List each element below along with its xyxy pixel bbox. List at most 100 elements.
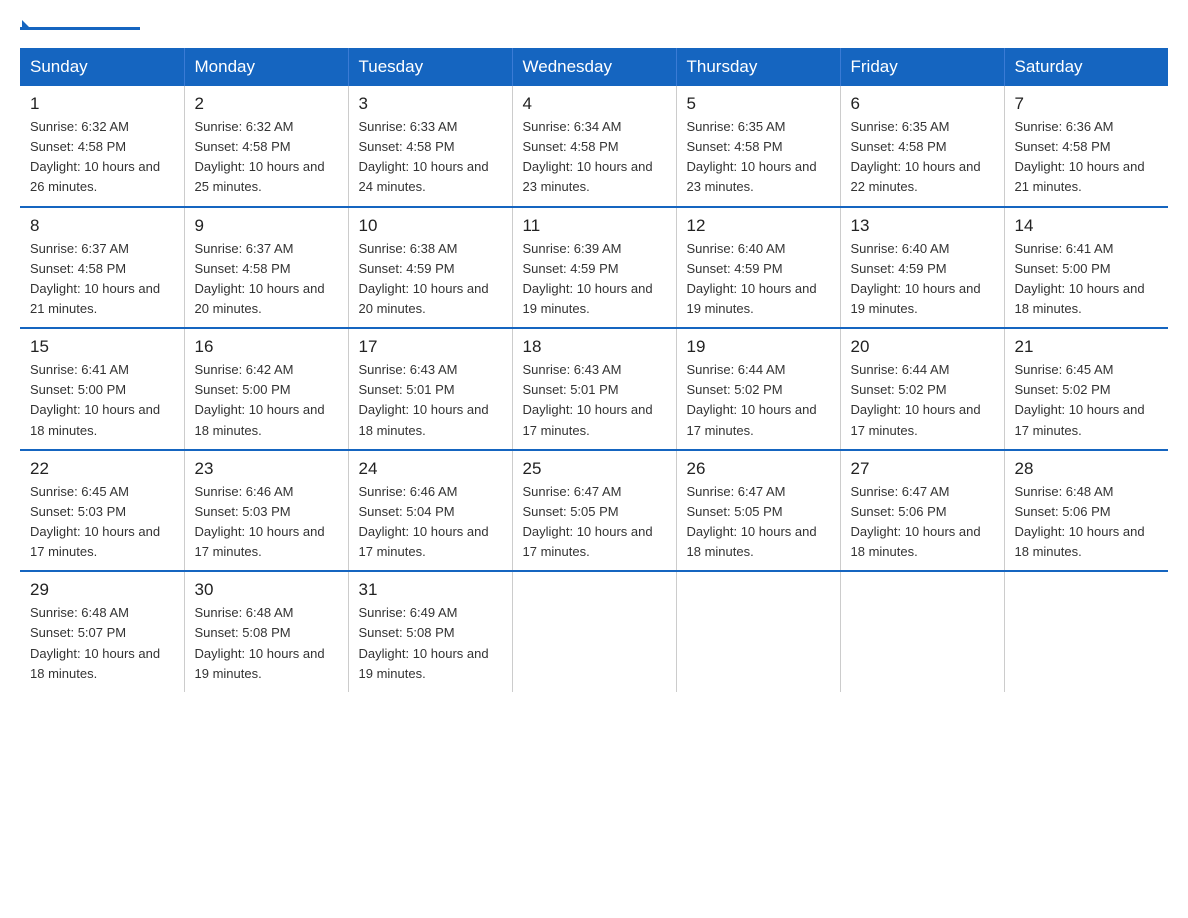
day-number: 26 bbox=[687, 459, 830, 479]
calendar-cell: 27Sunrise: 6:47 AMSunset: 5:06 PMDayligh… bbox=[840, 450, 1004, 572]
day-info: Sunrise: 6:46 AMSunset: 5:04 PMDaylight:… bbox=[359, 482, 502, 563]
calendar-cell: 7 Sunrise: 6:36 AMSunset: 4:58 PMDaylight… bbox=[1004, 86, 1168, 207]
calendar-cell: 16 Sunrise: 6:42 AMSunset: 5:00 PMDayligh… bbox=[184, 328, 348, 450]
calendar-cell: 20Sunrise: 6:44 AMSunset: 5:02 PMDayligh… bbox=[840, 328, 1004, 450]
calendar-cell: 29 Sunrise: 6:48 AMSunset: 5:07 PMDayligh… bbox=[20, 571, 184, 692]
logo bbox=[20, 20, 140, 30]
calendar-cell: 30 Sunrise: 6:48 AMSunset: 5:08 PMDayligh… bbox=[184, 571, 348, 692]
calendar-table: SundayMondayTuesdayWednesdayThursdayFrid… bbox=[20, 48, 1168, 692]
day-info: Sunrise: 6:48 AMSunset: 5:08 PMDaylight:… bbox=[195, 603, 338, 684]
calendar-cell: 1 Sunrise: 6:32 AMSunset: 4:58 PMDaylight… bbox=[20, 86, 184, 207]
calendar-cell: 11 Sunrise: 6:39 AMSunset: 4:59 PMDayligh… bbox=[512, 207, 676, 329]
day-info: Sunrise: 6:43 AMSunset: 5:01 PMDaylight:… bbox=[359, 360, 502, 441]
day-info: Sunrise: 6:41 AMSunset: 5:00 PMDaylight:… bbox=[1015, 239, 1159, 320]
day-number: 5 bbox=[687, 94, 830, 114]
day-number: 30 bbox=[195, 580, 338, 600]
calendar-cell: 15 Sunrise: 6:41 AMSunset: 5:00 PMDayligh… bbox=[20, 328, 184, 450]
calendar-cell: 26Sunrise: 6:47 AMSunset: 5:05 PMDayligh… bbox=[676, 450, 840, 572]
day-number: 6 bbox=[851, 94, 994, 114]
day-info: Sunrise: 6:48 AMSunset: 5:07 PMDaylight:… bbox=[30, 603, 174, 684]
header-sunday: Sunday bbox=[20, 48, 184, 86]
day-number: 1 bbox=[30, 94, 174, 114]
day-number: 31 bbox=[359, 580, 502, 600]
calendar-week-row: 22Sunrise: 6:45 AMSunset: 5:03 PMDayligh… bbox=[20, 450, 1168, 572]
day-number: 17 bbox=[359, 337, 502, 357]
calendar-week-row: 29 Sunrise: 6:48 AMSunset: 5:07 PMDayligh… bbox=[20, 571, 1168, 692]
header-friday: Friday bbox=[840, 48, 1004, 86]
page-header bbox=[20, 20, 1168, 30]
day-info: Sunrise: 6:42 AMSunset: 5:00 PMDaylight:… bbox=[195, 360, 338, 441]
header-thursday: Thursday bbox=[676, 48, 840, 86]
calendar-week-row: 1 Sunrise: 6:32 AMSunset: 4:58 PMDaylight… bbox=[20, 86, 1168, 207]
calendar-cell: 8 Sunrise: 6:37 AMSunset: 4:58 PMDaylight… bbox=[20, 207, 184, 329]
day-number: 4 bbox=[523, 94, 666, 114]
calendar-cell bbox=[676, 571, 840, 692]
day-number: 24 bbox=[359, 459, 502, 479]
day-info: Sunrise: 6:36 AMSunset: 4:58 PMDaylight:… bbox=[1015, 117, 1159, 198]
calendar-cell: 24 Sunrise: 6:46 AMSunset: 5:04 PMDayligh… bbox=[348, 450, 512, 572]
day-info: Sunrise: 6:45 AMSunset: 5:02 PMDaylight:… bbox=[1015, 360, 1159, 441]
day-number: 15 bbox=[30, 337, 174, 357]
day-number: 10 bbox=[359, 216, 502, 236]
day-number: 2 bbox=[195, 94, 338, 114]
calendar-cell: 12Sunrise: 6:40 AMSunset: 4:59 PMDayligh… bbox=[676, 207, 840, 329]
day-info: Sunrise: 6:38 AMSunset: 4:59 PMDaylight:… bbox=[359, 239, 502, 320]
day-info: Sunrise: 6:45 AMSunset: 5:03 PMDaylight:… bbox=[30, 482, 174, 563]
day-number: 3 bbox=[359, 94, 502, 114]
day-info: Sunrise: 6:47 AMSunset: 5:05 PMDaylight:… bbox=[523, 482, 666, 563]
calendar-cell: 6 Sunrise: 6:35 AMSunset: 4:58 PMDaylight… bbox=[840, 86, 1004, 207]
day-info: Sunrise: 6:35 AMSunset: 4:58 PMDaylight:… bbox=[851, 117, 994, 198]
day-info: Sunrise: 6:49 AMSunset: 5:08 PMDaylight:… bbox=[359, 603, 502, 684]
day-number: 18 bbox=[523, 337, 666, 357]
day-info: Sunrise: 6:35 AMSunset: 4:58 PMDaylight:… bbox=[687, 117, 830, 198]
day-info: Sunrise: 6:39 AMSunset: 4:59 PMDaylight:… bbox=[523, 239, 666, 320]
calendar-cell: 19 Sunrise: 6:44 AMSunset: 5:02 PMDayligh… bbox=[676, 328, 840, 450]
calendar-cell: 10 Sunrise: 6:38 AMSunset: 4:59 PMDayligh… bbox=[348, 207, 512, 329]
day-number: 13 bbox=[851, 216, 994, 236]
logo-underline bbox=[20, 27, 140, 30]
calendar-cell bbox=[1004, 571, 1168, 692]
day-number: 20 bbox=[851, 337, 994, 357]
calendar-cell: 2 Sunrise: 6:32 AMSunset: 4:58 PMDaylight… bbox=[184, 86, 348, 207]
header-wednesday: Wednesday bbox=[512, 48, 676, 86]
day-number: 25 bbox=[523, 459, 666, 479]
day-info: Sunrise: 6:40 AMSunset: 4:59 PMDaylight:… bbox=[851, 239, 994, 320]
calendar-cell: 31 Sunrise: 6:49 AMSunset: 5:08 PMDayligh… bbox=[348, 571, 512, 692]
day-number: 12 bbox=[687, 216, 830, 236]
day-info: Sunrise: 6:33 AMSunset: 4:58 PMDaylight:… bbox=[359, 117, 502, 198]
day-number: 9 bbox=[195, 216, 338, 236]
day-number: 23 bbox=[195, 459, 338, 479]
calendar-cell: 14 Sunrise: 6:41 AMSunset: 5:00 PMDayligh… bbox=[1004, 207, 1168, 329]
day-number: 16 bbox=[195, 337, 338, 357]
day-info: Sunrise: 6:34 AMSunset: 4:58 PMDaylight:… bbox=[523, 117, 666, 198]
day-info: Sunrise: 6:41 AMSunset: 5:00 PMDaylight:… bbox=[30, 360, 174, 441]
calendar-cell: 13 Sunrise: 6:40 AMSunset: 4:59 PMDayligh… bbox=[840, 207, 1004, 329]
day-number: 14 bbox=[1015, 216, 1159, 236]
day-number: 11 bbox=[523, 216, 666, 236]
day-info: Sunrise: 6:44 AMSunset: 5:02 PMDaylight:… bbox=[687, 360, 830, 441]
day-number: 21 bbox=[1015, 337, 1159, 357]
calendar-cell: 5 Sunrise: 6:35 AMSunset: 4:58 PMDaylight… bbox=[676, 86, 840, 207]
day-info: Sunrise: 6:37 AMSunset: 4:58 PMDaylight:… bbox=[195, 239, 338, 320]
day-number: 19 bbox=[687, 337, 830, 357]
day-info: Sunrise: 6:46 AMSunset: 5:03 PMDaylight:… bbox=[195, 482, 338, 563]
calendar-cell bbox=[512, 571, 676, 692]
header-saturday: Saturday bbox=[1004, 48, 1168, 86]
calendar-cell: 4 Sunrise: 6:34 AMSunset: 4:58 PMDaylight… bbox=[512, 86, 676, 207]
calendar-cell: 25 Sunrise: 6:47 AMSunset: 5:05 PMDayligh… bbox=[512, 450, 676, 572]
day-info: Sunrise: 6:32 AMSunset: 4:58 PMDaylight:… bbox=[30, 117, 174, 198]
day-number: 8 bbox=[30, 216, 174, 236]
calendar-week-row: 15 Sunrise: 6:41 AMSunset: 5:00 PMDayligh… bbox=[20, 328, 1168, 450]
calendar-week-row: 8 Sunrise: 6:37 AMSunset: 4:58 PMDaylight… bbox=[20, 207, 1168, 329]
day-number: 7 bbox=[1015, 94, 1159, 114]
day-info: Sunrise: 6:37 AMSunset: 4:58 PMDaylight:… bbox=[30, 239, 174, 320]
calendar-header-row: SundayMondayTuesdayWednesdayThursdayFrid… bbox=[20, 48, 1168, 86]
calendar-cell: 18Sunrise: 6:43 AMSunset: 5:01 PMDayligh… bbox=[512, 328, 676, 450]
day-info: Sunrise: 6:48 AMSunset: 5:06 PMDaylight:… bbox=[1015, 482, 1159, 563]
day-number: 29 bbox=[30, 580, 174, 600]
header-monday: Monday bbox=[184, 48, 348, 86]
day-info: Sunrise: 6:32 AMSunset: 4:58 PMDaylight:… bbox=[195, 117, 338, 198]
calendar-cell bbox=[840, 571, 1004, 692]
calendar-cell: 9 Sunrise: 6:37 AMSunset: 4:58 PMDaylight… bbox=[184, 207, 348, 329]
calendar-cell: 21 Sunrise: 6:45 AMSunset: 5:02 PMDayligh… bbox=[1004, 328, 1168, 450]
